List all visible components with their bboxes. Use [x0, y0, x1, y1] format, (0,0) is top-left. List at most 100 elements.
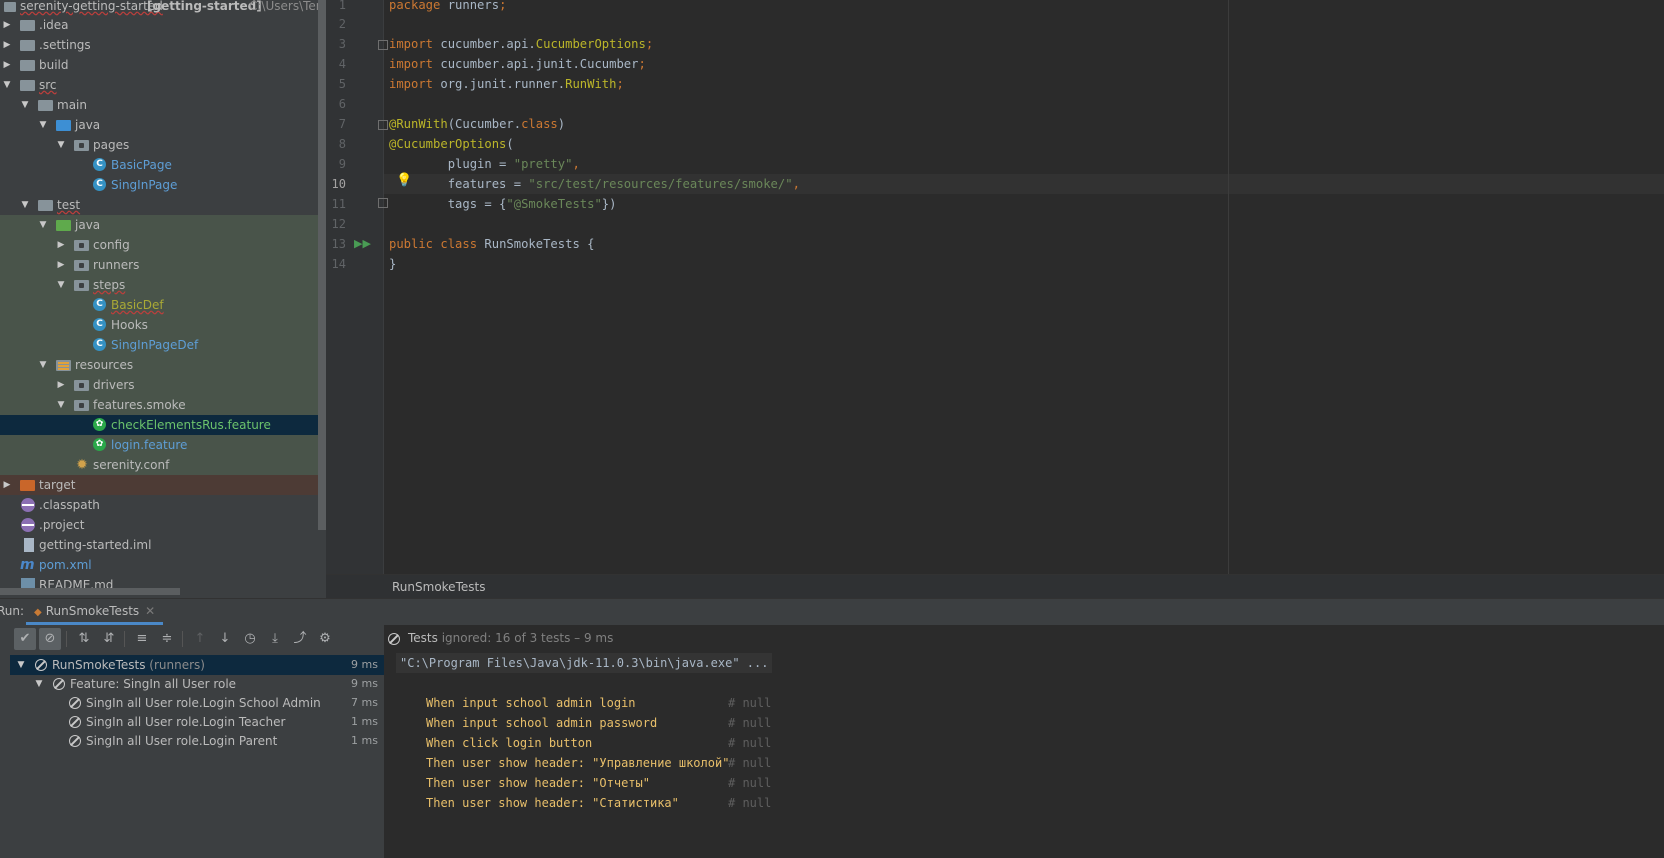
expand-arrow-icon[interactable]: ▶ — [55, 255, 67, 275]
tree-item-build[interactable]: ▶ build — [0, 55, 326, 75]
tree-item-steps[interactable]: ▼ steps — [0, 275, 326, 295]
tree-item-test-java[interactable]: ▼ java — [0, 215, 326, 235]
line-number: 14 — [331, 257, 346, 271]
tree-item-src[interactable]: ▼ src — [0, 75, 326, 95]
tree-item-runners[interactable]: ▶ runners — [0, 255, 326, 275]
tree-item-idea[interactable]: ▶ .idea — [0, 15, 326, 35]
settings-gear-icon[interactable]: ⚙ — [314, 628, 336, 650]
line-number: 3 — [338, 37, 346, 51]
tree-item-project[interactable]: .project — [0, 515, 326, 535]
ignored-test-icon — [53, 678, 65, 690]
collapse-arrow-icon[interactable]: ▼ — [19, 95, 31, 115]
test-node-scenario[interactable]: SingIn all User role.Login School Admin … — [10, 693, 384, 713]
console-status-bar: Tests ignored: 16 of 3 tests – 9 ms — [384, 625, 1664, 653]
test-node-root[interactable]: ▼ RunSmokeTests (runners) 9 ms — [10, 655, 384, 675]
code-token: runners — [440, 0, 500, 12]
tree-root[interactable]: serenity-getting-started [getting-starte… — [0, 0, 326, 16]
console-command-line[interactable]: "C:\Program Files\Java\jdk-11.0.3\bin\ja… — [396, 653, 773, 673]
collapse-arrow-icon[interactable]: ▼ — [33, 674, 45, 694]
show-ignored-button[interactable]: ⊘ — [39, 628, 61, 650]
root-module: [getting-started] — [147, 0, 262, 13]
import-tests-icon[interactable]: ⤓ — [264, 628, 286, 650]
tree-item-label: .classpath — [39, 498, 100, 512]
collapse-arrow-icon[interactable]: ▼ — [1, 75, 13, 95]
tree-item-test[interactable]: ▼ test — [0, 195, 326, 215]
tree-item-login-feature[interactable]: ✿ login.feature — [0, 435, 326, 455]
code-line-8: @CucumberOptions( — [389, 134, 514, 154]
tree-item-drivers[interactable]: ▶ drivers — [0, 375, 326, 395]
next-failed-icon[interactable]: ↓ — [214, 628, 236, 650]
tree-item-label: resources — [75, 358, 134, 372]
project-scrollbar-horizontal[interactable] — [0, 588, 180, 595]
collapse-arrow-icon[interactable]: ▼ — [19, 195, 31, 215]
tree-item-pages[interactable]: ▼ pages — [0, 135, 326, 155]
test-runner-toolbar: ✔ ⊘ ⇅ ⇵ ≡ ≑ ↑ ↓ ◷ ⤓ ⤴ ⚙ — [10, 625, 384, 653]
collapse-arrow-icon[interactable]: ▼ — [37, 215, 49, 235]
tree-item-basicpage[interactable]: C BasicPage — [0, 155, 326, 175]
project-scrollbar-vertical[interactable] — [318, 0, 326, 530]
tree-item-label: java — [75, 218, 101, 232]
code-token: ) — [557, 117, 566, 131]
tree-item-classpath[interactable]: .classpath — [0, 495, 326, 515]
tree-item-singinpage[interactable]: C SingInPage — [0, 175, 326, 195]
tree-item-label: .settings — [39, 38, 91, 52]
tree-item-label: src — [39, 78, 57, 92]
test-node-feature[interactable]: ▼ Feature: SingIn all User role 9 ms — [10, 674, 384, 694]
tree-item-iml[interactable]: getting-started.iml — [0, 535, 326, 555]
fold-marker-icon[interactable] — [378, 120, 388, 130]
test-history-icon[interactable]: ◷ — [239, 628, 261, 650]
previous-failed-icon[interactable]: ↑ — [189, 628, 211, 650]
tree-item-settings[interactable]: ▶ .settings — [0, 35, 326, 55]
tree-item-basicdef[interactable]: C BasicDef — [0, 295, 326, 315]
tree-item-features-smoke[interactable]: ▼ features.smoke — [0, 395, 326, 415]
collapse-arrow-icon[interactable]: ▼ — [55, 395, 67, 415]
collapse-arrow-icon[interactable]: ▼ — [37, 115, 49, 135]
run-gutter-icon[interactable]: ▶▶ — [354, 237, 371, 251]
resources-folder-icon — [56, 360, 71, 371]
code-token: public class — [389, 237, 478, 251]
expand-arrow-icon[interactable]: ▶ — [55, 375, 67, 395]
expand-arrow-icon[interactable]: ▶ — [1, 475, 13, 495]
close-icon[interactable]: ✕ — [145, 604, 155, 618]
console-output[interactable]: "C:\Program Files\Java\jdk-11.0.3\bin\ja… — [384, 653, 1664, 858]
tree-item-label: BasicPage — [111, 158, 172, 172]
tree-item-checkelementsrus[interactable]: ✿ checkElementsRus.feature — [0, 415, 326, 435]
tree-item-pom[interactable]: m pom.xml — [0, 555, 326, 575]
fold-marker-icon[interactable] — [378, 40, 388, 50]
export-tests-icon[interactable]: ⤴ — [289, 628, 311, 650]
source-folder-icon — [56, 120, 71, 131]
expand-arrow-icon[interactable]: ▶ — [1, 55, 13, 75]
tree-item-main[interactable]: ▼ main — [0, 95, 326, 115]
fold-marker-icon[interactable] — [378, 198, 388, 208]
code-token: }) — [601, 197, 617, 211]
sort-by-duration-icon[interactable]: ⇵ — [98, 628, 120, 650]
collapse-arrow-icon[interactable]: ▼ — [55, 275, 67, 295]
run-config-tab[interactable]: ◆ RunSmokeTests ✕ — [26, 599, 164, 625]
collapse-arrow-icon[interactable]: ▼ — [15, 655, 27, 675]
test-duration: 9 ms — [351, 677, 378, 690]
tree-item-hooks[interactable]: C Hooks — [0, 315, 326, 335]
sort-alphabetically-icon[interactable]: ⇅ — [73, 628, 95, 650]
collapse-all-icon[interactable]: ≑ — [156, 628, 178, 650]
tree-item-serenity-conf[interactable]: ✹ serenity.conf — [0, 455, 326, 475]
code-token: package — [389, 0, 441, 12]
expand-arrow-icon[interactable]: ▶ — [1, 35, 13, 55]
tree-item-resources[interactable]: ▼ resources — [0, 355, 326, 375]
collapse-arrow-icon[interactable]: ▼ — [37, 355, 49, 375]
tree-item-main-java[interactable]: ▼ java — [0, 115, 326, 135]
tree-item-singinpagedef[interactable]: C SingInPageDef — [0, 335, 326, 355]
status-suffix: of 3 tests – 9 ms — [510, 631, 614, 645]
ignored-status-icon — [388, 633, 400, 645]
expand-arrow-icon[interactable]: ▶ — [1, 15, 13, 35]
tree-item-label: config — [93, 238, 130, 252]
breadcrumb-class[interactable]: RunSmokeTests — [392, 580, 485, 594]
show-passed-button[interactable]: ✔ — [14, 628, 36, 650]
tree-item-target[interactable]: ▶ target — [0, 475, 326, 495]
test-node-scenario[interactable]: SingIn all User role.Login Teacher 1 ms — [10, 712, 384, 732]
expand-arrow-icon[interactable]: ▶ — [55, 235, 67, 255]
expand-all-icon[interactable]: ≡ — [131, 628, 153, 650]
toolbar-separator — [124, 631, 125, 647]
collapse-arrow-icon[interactable]: ▼ — [55, 135, 67, 155]
tree-item-config[interactable]: ▶ config — [0, 235, 326, 255]
test-node-scenario[interactable]: SingIn all User role.Login Parent 1 ms — [10, 731, 384, 751]
